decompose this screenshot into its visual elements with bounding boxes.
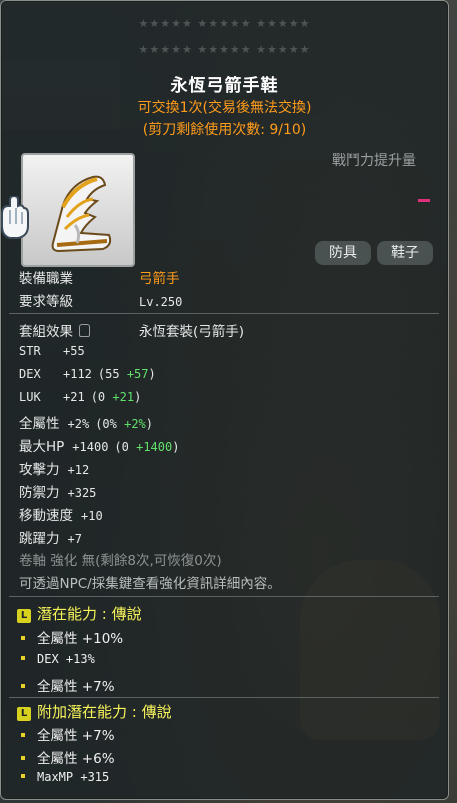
stat-name: STR [19, 344, 41, 358]
trade-note: 可交換1次(交易後無法交換) [137, 100, 312, 116]
star-force-row-1: ★★★★★ ★★★★★ ★★★★★ [138, 17, 311, 30]
stat-value: +10 [81, 509, 103, 523]
stat-value: +112 [63, 367, 92, 381]
stat-value: +7 [67, 532, 82, 546]
required-job-value: 弓箭手 [139, 271, 180, 287]
stat-close-paren: ) [148, 367, 156, 381]
stat-base-detail: (55 [97, 367, 127, 381]
stat-base-detail: (0 [90, 390, 113, 404]
scissors-note: (剪刀剩餘使用次數: 9/10) [142, 122, 307, 138]
stat-row: STR +55 [19, 343, 91, 359]
combat-power-indicator [418, 199, 430, 202]
bullet-icon [21, 756, 25, 760]
required-level-label: 要求等級 [19, 294, 73, 310]
stat-bonus: +57 [126, 367, 149, 381]
item-icon-frame [21, 153, 135, 267]
potential-line: DEX +13% [21, 651, 95, 667]
stat-base-detail: (0% [95, 417, 125, 431]
tag-category: 防具 [315, 241, 371, 265]
divider [9, 697, 439, 698]
stat-name: 攻擊力 [19, 462, 60, 478]
required-job-row: 裝備職業 弓箭手 [19, 267, 180, 287]
stat-bonus: +1400 [136, 440, 173, 454]
glove-cursor-icon [0, 196, 29, 239]
stat-value: +1400 [72, 440, 109, 454]
stat-row: LUK +21 (0 +21) [19, 389, 141, 405]
stat-name: 最大HP [19, 439, 65, 455]
potential-header: L 潛在能力 : 傳說 [17, 603, 142, 624]
lock-icon [79, 324, 90, 337]
potential-line: 全屬性 +10% [21, 627, 123, 647]
divider [9, 313, 439, 314]
stat-value: +21 [63, 390, 85, 404]
required-level-row: 要求等級 Lv.250 [19, 290, 182, 310]
set-effect-row: 套組效果 永恆套裝(弓箭手) [19, 320, 244, 340]
legendary-badge-icon: L [17, 609, 31, 623]
stat-close-paren: ) [134, 390, 142, 404]
stat-close-paren: ) [145, 417, 154, 431]
stat-row: 最大HP +1400 (0 +1400) [19, 435, 179, 455]
stat-name: LUK [19, 390, 41, 404]
item-name: 永恆弓箭手鞋 [170, 76, 279, 96]
potential-header-text: 潛在能力 : 傳說 [37, 605, 142, 623]
stat-name: 跳躍力 [19, 531, 60, 547]
additional-potential-header-text: 附加潛在能力 : 傳說 [37, 703, 172, 721]
stat-row: 攻擊力 +12 [19, 458, 95, 478]
tag-subcategory: 鞋子 [377, 241, 433, 265]
additional-potential-line: 全屬性 +7% [21, 724, 115, 744]
stat-base-detail: (0 [114, 440, 137, 454]
stat-value: +12 [67, 463, 90, 477]
divider [9, 596, 439, 597]
stat-row: 防禦力 +325 [19, 481, 102, 501]
stat-value: +325 [67, 486, 97, 500]
potential-line: 全屬性 +7% [21, 675, 115, 695]
bullet-icon [21, 733, 25, 737]
required-job-label: 裝備職業 [19, 271, 73, 287]
npc-note: 可透過NPC/採集鍵查看強化資訊詳細內容。 [19, 576, 281, 592]
stat-row: 全屬性 +2% (0% +2%) [19, 412, 153, 432]
set-effect-label: 套組效果 [19, 324, 73, 340]
additional-potential-line: 全屬性 +6% [21, 747, 115, 767]
set-effect-value: 永恆套裝(弓箭手) [139, 324, 245, 340]
required-level-value: Lv.250 [139, 295, 183, 309]
star-force-row-2: ★★★★★ ★★★★★ ★★★★★ [138, 43, 311, 56]
additional-potential-header: L 附加潛在能力 : 傳說 [17, 701, 172, 722]
scroll-note: 卷軸 強化 無(剩餘8次,可恢復0次) [19, 553, 222, 569]
combat-power-label: 戰鬥力提升量 [332, 153, 416, 169]
stat-value: +55 [63, 344, 85, 358]
stat-name: 全屬性 [19, 416, 60, 432]
bullet-icon [21, 656, 25, 660]
bullet-icon [21, 684, 25, 688]
stat-row: DEX +112 (55 +57) [19, 366, 156, 382]
stat-bonus: +21 [112, 390, 135, 404]
stat-row: 移動速度 +10 [19, 504, 109, 524]
boots-icon [51, 175, 112, 253]
additional-potential-line: MaxMP +315 [21, 769, 109, 785]
stat-name: DEX [19, 367, 41, 381]
stat-value: +2% [67, 417, 90, 431]
bullet-icon [21, 636, 25, 640]
stat-bonus: +2% [124, 417, 146, 431]
stat-name: 移動速度 [19, 508, 73, 524]
bullet-icon [21, 774, 25, 778]
legendary-badge-icon: L [17, 707, 31, 721]
stat-name: 防禦力 [19, 485, 60, 501]
item-tooltip: ★★★★★ ★★★★★ ★★★★★ ★★★★★ ★★★★★ ★★★★★ 永恆弓箭… [0, 0, 449, 800]
stat-row: 跳躍力 +7 [19, 527, 88, 547]
stat-close-paren: ) [172, 440, 180, 454]
